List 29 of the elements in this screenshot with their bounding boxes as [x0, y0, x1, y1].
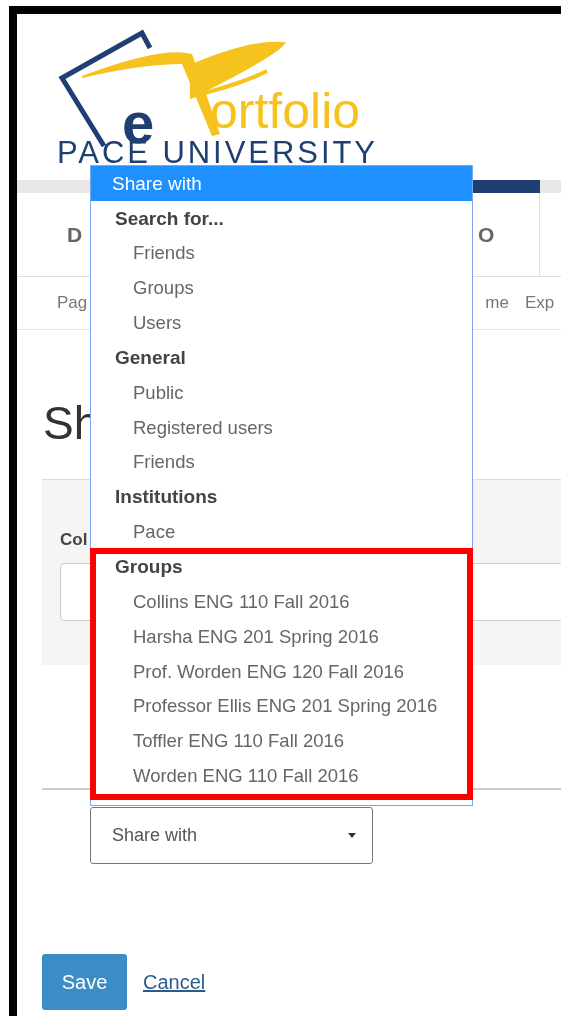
- dropdown-option[interactable]: Share with: [91, 166, 472, 201]
- field-label: Col: [60, 530, 88, 550]
- dropdown-option[interactable]: Professor Ellis ENG 201 Spring 2016: [98, 688, 464, 724]
- dropdown-option[interactable]: Worden ENG 110 Fall 2016: [98, 758, 464, 794]
- nav-tab[interactable]: O: [478, 222, 495, 247]
- sub-nav-link[interactable]: me: [485, 293, 509, 313]
- dropdown-option[interactable]: Friends: [98, 445, 464, 480]
- dropdown-option[interactable]: Collins ENG 110 Fall 2016: [98, 584, 464, 620]
- share-with-select[interactable]: Share with: [90, 807, 373, 864]
- dropdown-option[interactable]: Pace: [98, 514, 464, 550]
- logo-wordmark: ortfolio: [210, 83, 361, 139]
- sub-nav-link[interactable]: Exp: [524, 293, 555, 313]
- dropdown-option[interactable]: Public: [98, 375, 464, 411]
- option-group-label: Search for...: [114, 206, 225, 231]
- dropdown-option[interactable]: Toffler ENG 110 Fall 2016: [98, 723, 464, 759]
- option-group-label: General: [114, 345, 187, 370]
- sub-nav-link[interactable]: Pag: [57, 293, 88, 313]
- save-button[interactable]: Save: [42, 954, 127, 1010]
- dropdown-option[interactable]: Harsha ENG 201 Spring 2016: [98, 619, 464, 655]
- option-group-label: Institutions: [114, 485, 219, 510]
- nav-tab[interactable]: D: [67, 222, 83, 247]
- dropdown-option[interactable]: Registered users: [98, 410, 464, 445]
- dropdown-option[interactable]: Groups: [98, 270, 464, 306]
- dropdown-option[interactable]: Prof. Worden ENG 120 Fall 2016: [98, 654, 464, 689]
- dropdown-option[interactable]: Friends: [98, 236, 464, 271]
- cancel-link[interactable]: Cancel: [143, 970, 206, 994]
- option-group-label: Groups: [114, 555, 184, 580]
- dropdown-option[interactable]: Users: [98, 305, 464, 341]
- caret-icon: [348, 833, 356, 838]
